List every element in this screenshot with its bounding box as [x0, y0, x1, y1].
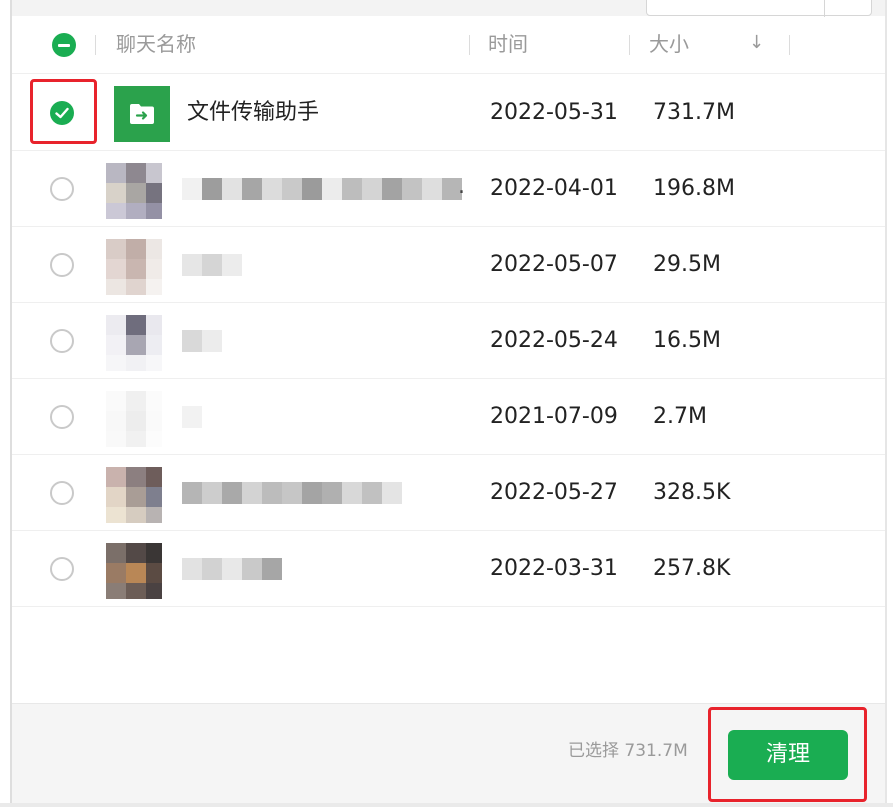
- selected-size-text: 已选择 731.7M: [568, 741, 688, 761]
- chat-date: 2022-04-01: [490, 176, 618, 201]
- blurred-avatar: [106, 467, 162, 523]
- chat-date: 2022-05-31: [490, 100, 618, 125]
- arrow-down-icon[interactable]: ↓: [749, 28, 764, 58]
- search-input[interactable]: [646, 0, 872, 17]
- blurred-chat-name: [182, 482, 402, 504]
- chat-size: 2.7M: [653, 404, 707, 429]
- blurred-chat-name: [182, 178, 462, 200]
- file-transfer-icon: [114, 86, 170, 142]
- chat-date: 2022-05-24: [490, 328, 618, 353]
- folder-icon: [130, 104, 154, 124]
- top-toolbar: [12, 0, 885, 17]
- column-header-time[interactable]: 时间: [488, 29, 528, 59]
- table-row[interactable]: 2021-07-09 2.7M: [12, 379, 885, 455]
- select-all-checkbox[interactable]: [52, 33, 76, 57]
- blurred-chat-name: [182, 406, 202, 428]
- table-row[interactable]: . 2022-04-01 196.8M: [12, 151, 885, 227]
- row-checkbox[interactable]: [50, 481, 74, 505]
- row-checkbox[interactable]: [50, 405, 74, 429]
- highlight-clean-button: [708, 707, 867, 802]
- blurred-chat-name: [182, 330, 222, 352]
- table-row[interactable]: 文件传输助手 2022-05-31 731.7M: [12, 75, 885, 151]
- chat-date: 2022-03-31: [490, 556, 618, 581]
- chat-size: 16.5M: [653, 328, 721, 353]
- blurred-chat-name: [182, 254, 242, 276]
- row-checkbox[interactable]: [50, 557, 74, 581]
- list-header: 聊天名称 时间 大小 ↓: [12, 16, 885, 74]
- chat-storage-panel: 聊天名称 时间 大小 ↓ 文件传输助手 2022-05-31 731.7M . …: [0, 0, 893, 807]
- column-header-size[interactable]: 大小: [649, 29, 689, 59]
- chat-size: 196.8M: [653, 176, 735, 201]
- blurred-avatar: [106, 163, 162, 219]
- chat-size: 731.7M: [653, 100, 735, 125]
- blurred-chat-name: [182, 558, 282, 580]
- chat-date: 2021-07-09: [490, 404, 618, 429]
- blurred-avatar: [106, 391, 162, 447]
- row-checkbox[interactable]: [50, 329, 74, 353]
- name-ellipsis: .: [458, 174, 465, 199]
- table-row[interactable]: 2022-05-27 328.5K: [12, 455, 885, 531]
- blurred-avatar: [106, 315, 162, 371]
- search-input-divider: [824, 0, 825, 17]
- chat-size: 257.8K: [653, 556, 731, 581]
- blurred-avatar: [106, 543, 162, 599]
- table-row[interactable]: 2022-03-31 257.8K: [12, 531, 885, 607]
- table-row[interactable]: 2022-05-07 29.5M: [12, 227, 885, 303]
- header-divider: [789, 35, 790, 55]
- blurred-avatar: [106, 239, 162, 295]
- row-checkbox[interactable]: [50, 253, 74, 277]
- table-row[interactable]: 2022-05-24 16.5M: [12, 303, 885, 379]
- header-divider: [629, 35, 630, 55]
- chat-size: 328.5K: [653, 480, 731, 505]
- row-checkbox[interactable]: [50, 177, 74, 201]
- chat-name: 文件传输助手: [187, 100, 320, 125]
- chat-date: 2022-05-27: [490, 480, 618, 505]
- column-header-name[interactable]: 聊天名称: [116, 29, 196, 59]
- highlight-selected-checkbox: [30, 79, 97, 144]
- chat-size: 29.5M: [653, 252, 721, 277]
- header-divider: [95, 35, 96, 55]
- header-divider: [469, 35, 470, 55]
- panel-bottom-border: [0, 803, 893, 807]
- chat-date: 2022-05-07: [490, 252, 618, 277]
- panel-right-border: [885, 0, 887, 807]
